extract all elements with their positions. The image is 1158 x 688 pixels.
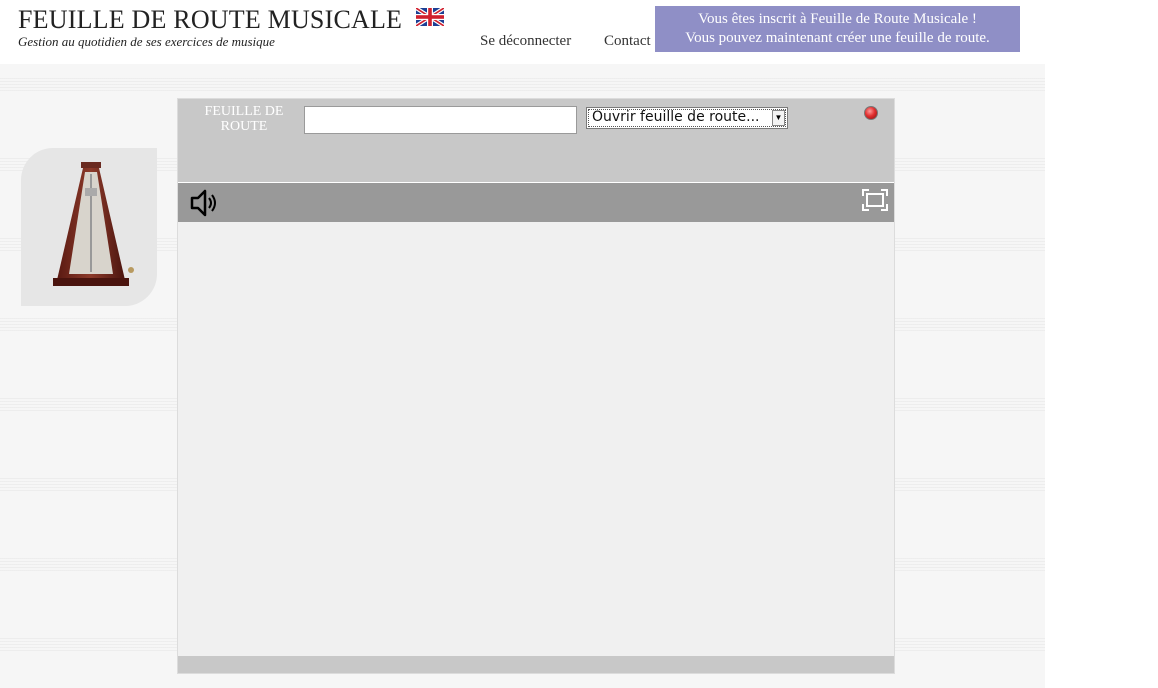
contact-link[interactable]: Contact — [604, 33, 651, 50]
metronome-card — [21, 148, 157, 306]
notice-line-1: Vous êtes inscrit à Feuille de Route Mus… — [698, 11, 977, 27]
notice-line-2: Vous pouvez maintenant créer une feuille… — [685, 30, 990, 46]
roadmap-label: FEUILLE DE ROUTE — [196, 104, 292, 134]
open-roadmap-select[interactable]: Ouvrir feuille de route... ▼ — [586, 107, 788, 129]
metronome-icon — [53, 162, 134, 286]
uk-flag-icon[interactable] — [414, 6, 446, 28]
roadmap-top-bar: FEUILLE DE ROUTE Ouvrir feuille de route… — [178, 99, 894, 183]
roadmap-label-line-2: ROUTE — [220, 119, 268, 134]
roadmap-panel: FEUILLE DE ROUTE Ouvrir feuille de route… — [177, 98, 895, 674]
logout-link[interactable]: Se déconnecter — [480, 33, 571, 50]
roadmap-label-line-1: FEUILLE DE — [204, 104, 284, 119]
speaker-icon[interactable] — [190, 188, 218, 218]
open-roadmap-select-value: Ouvrir feuille de route... — [592, 109, 760, 125]
roadmap-name-input[interactable] — [304, 106, 577, 134]
red-dot-icon[interactable] — [864, 106, 878, 120]
roadmap-bottom-bar — [178, 656, 894, 673]
site-subtitle: Gestion au quotidien de ses exercices de… — [18, 34, 275, 49]
fullscreen-icon[interactable] — [862, 189, 888, 211]
site-title: FEUILLE DE ROUTE MUSICALE — [18, 5, 403, 34]
roadmap-toolbar — [178, 183, 894, 222]
registration-notice: Vous êtes inscrit à Feuille de Route Mus… — [655, 6, 1020, 52]
chevron-down-icon: ▼ — [772, 110, 785, 126]
